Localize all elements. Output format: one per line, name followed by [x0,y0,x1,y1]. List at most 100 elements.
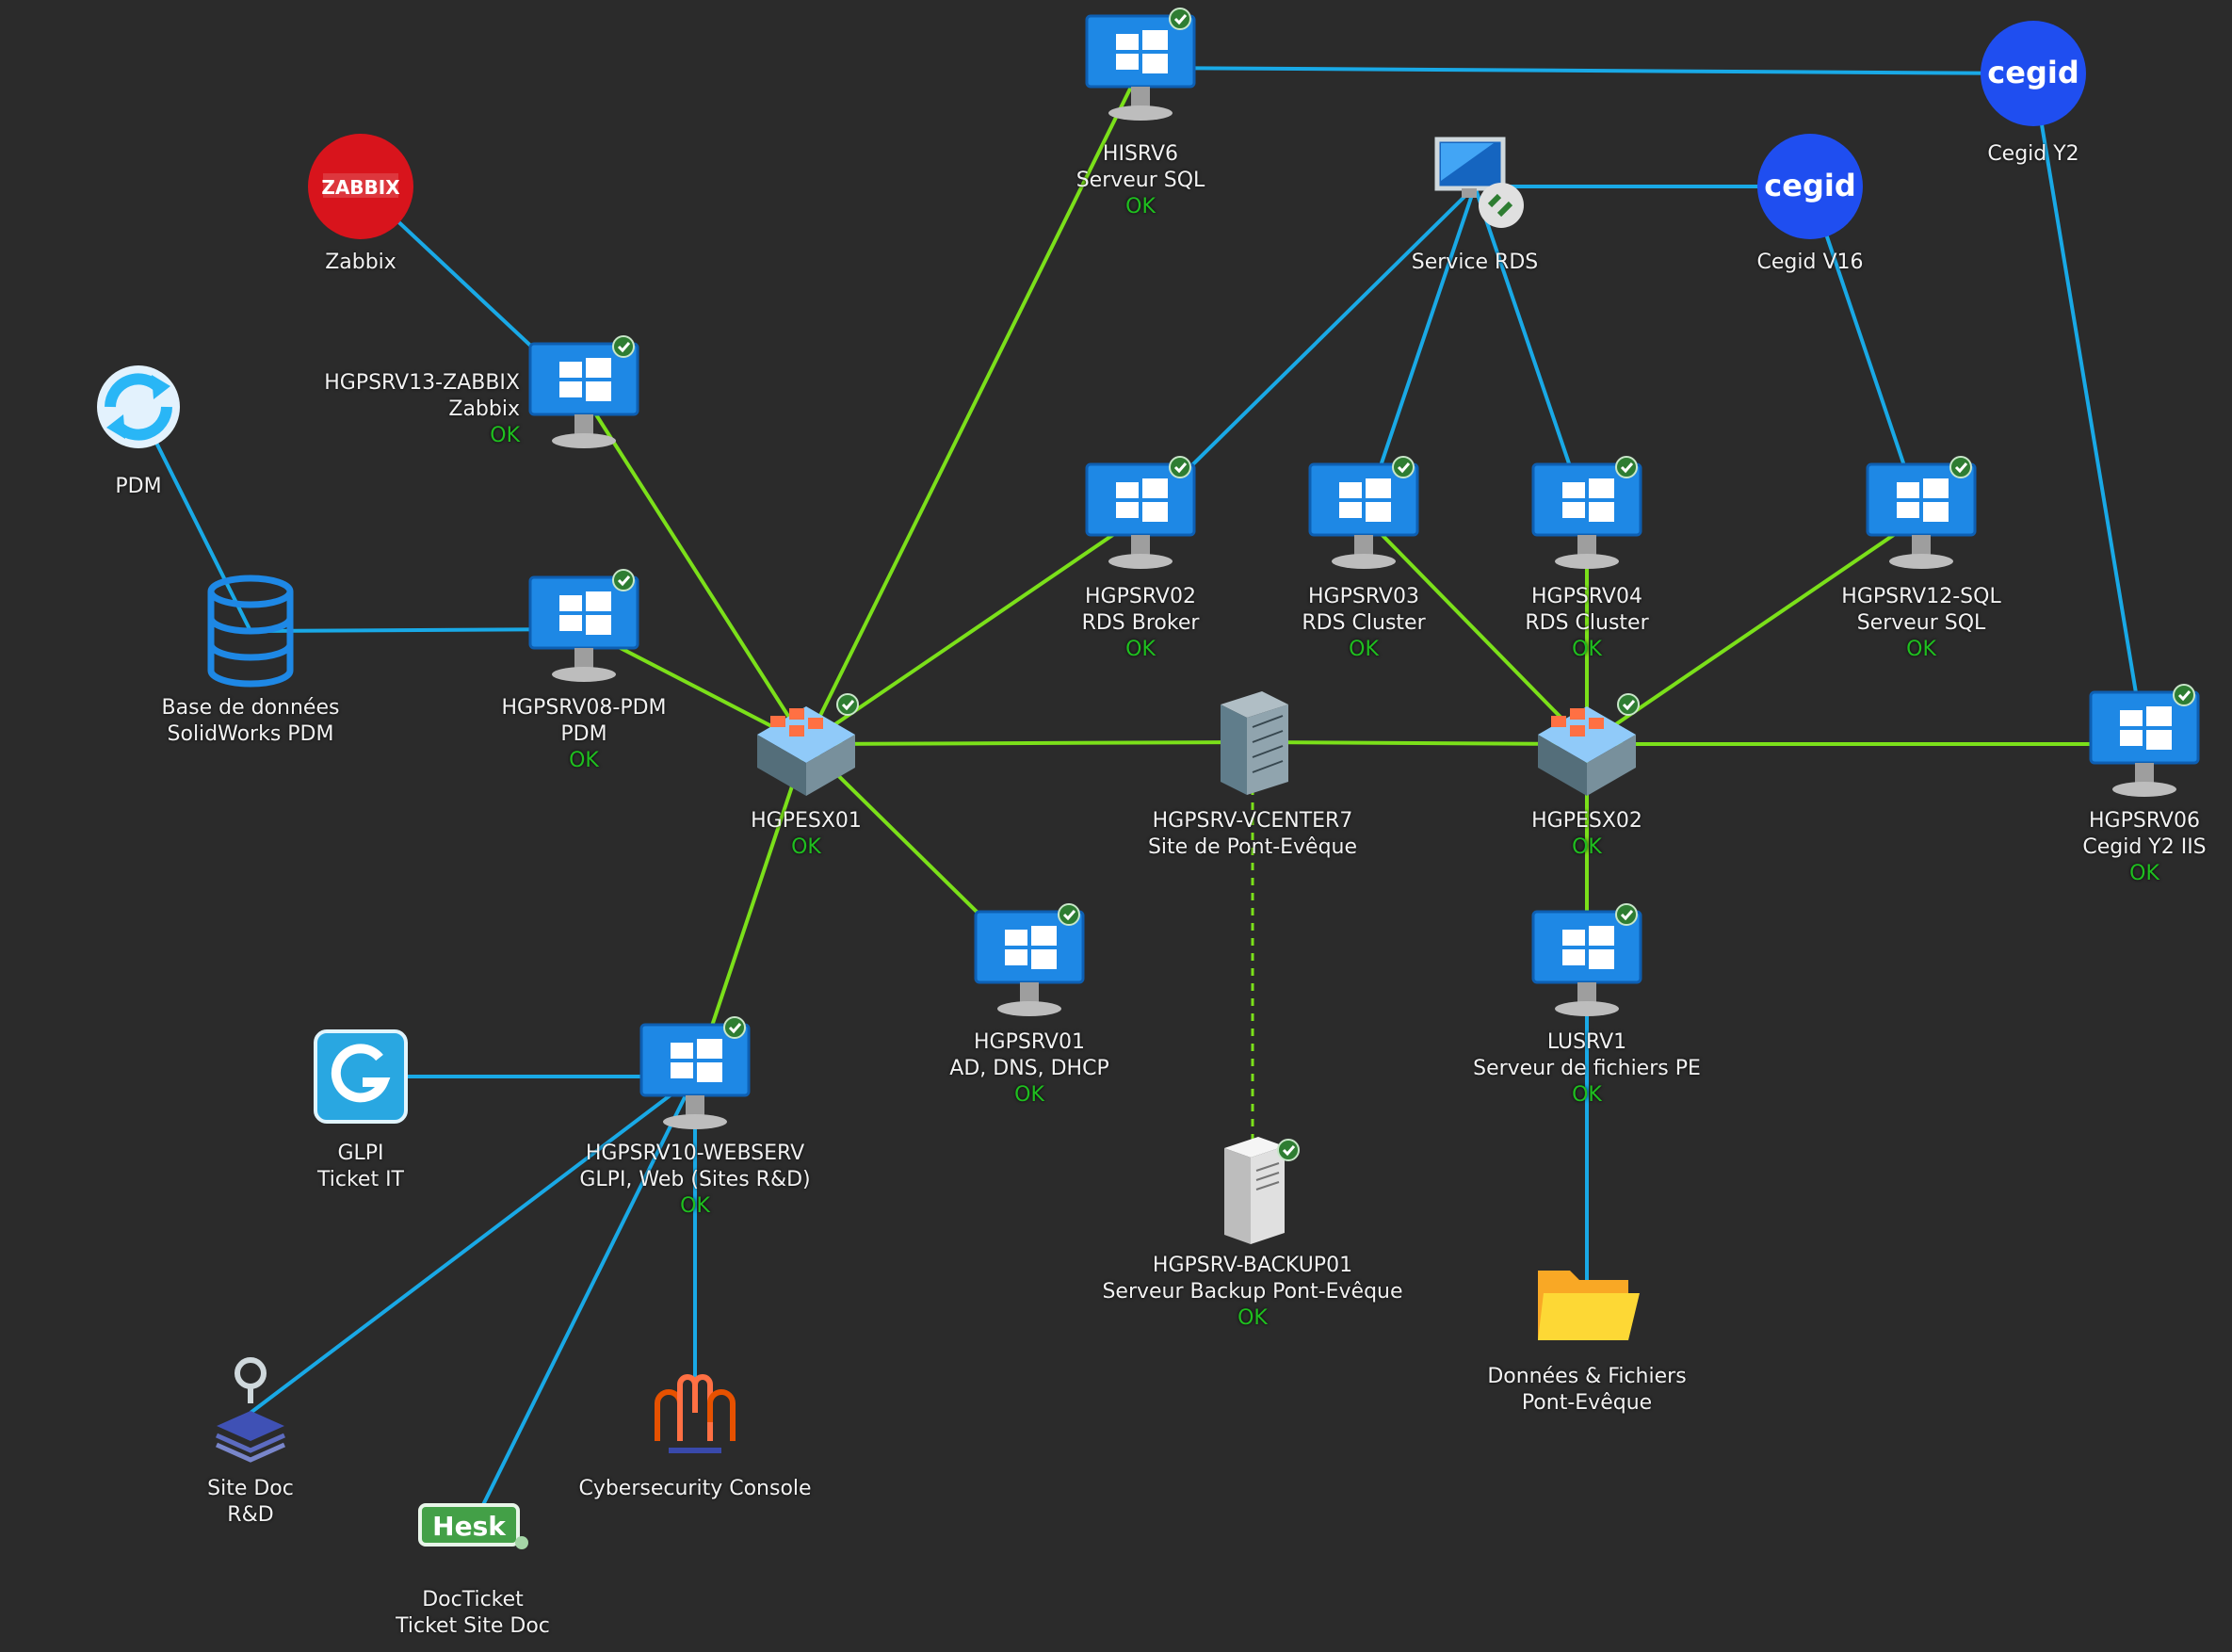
node-label: Cybersecurity Console [578,1476,811,1502]
node-label-line: Zabbix [448,397,520,421]
node-label: Cegid V16 [1757,250,1864,276]
node-label-line: RDS Broker [1081,611,1200,635]
zabbix-logo-icon: ZABBIX [304,130,417,247]
node-label: HGPESX02 OK [1531,808,1642,861]
windows-monitor-icon [1526,455,1648,581]
node-label-line: Base de données [161,696,340,720]
node-label: GLPI Ticket IT [317,1141,404,1193]
node-label-line: HGPSRV-VCENTER7 [1152,809,1353,833]
node-label: HGPSRV10-WEBSERV GLPI, Web (Sites R&D) OK [579,1141,810,1220]
node-label-line: HGPSRV12-SQL [1841,585,2001,608]
node-label-line: HGPSRV02 [1085,585,1196,608]
doc-stack-icon [194,1352,307,1478]
folder-icon [1530,1251,1643,1358]
status-badge: OK [1237,1306,1268,1330]
node-label: HISRV6 Serveur SQL OK [1076,141,1205,220]
node-label: LUSRV1 Serveur de fichiers PE OK [1473,1029,1701,1109]
connection-lines [137,66,2146,1527]
remote-desktop-icon [1418,130,1531,247]
database-icon [194,570,307,696]
node-label: HGPSRV02 RDS Broker OK [1082,584,1200,663]
windows-monitor-icon [968,902,1091,1028]
node-label-line: Site Doc [207,1477,294,1500]
node-label-line: Serveur SQL [1076,169,1205,192]
node-label-line: Ticket IT [316,1168,405,1191]
node-label: HGPESX01 OK [751,808,862,861]
windows-monitor-icon [1302,455,1425,581]
cybersecurity-icon [634,1342,756,1468]
node-label: HGPSRV06 Cegid Y2 IIS OK [2082,808,2206,887]
node-label: HGPSRV12-SQL Serveur SQL OK [1841,584,2000,663]
esx-host-icon [1526,683,1648,809]
node-label-line: SolidWorks PDM [167,722,334,746]
windows-monitor-icon [523,334,645,461]
status-badge: OK [680,1194,710,1218]
node-label-line: Cegid Y2 IIS [2082,835,2207,859]
status-badge: OK [1125,638,1156,661]
node-label: PDM [115,474,161,500]
status-badge: OK [1349,638,1379,661]
node-label: HGPSRV-VCENTER7 Site de Pont-Evêque [1148,808,1357,861]
node-label: Données & Fichiers Pont-Evêque [1487,1364,1686,1417]
node-label-line: HGPSRV10-WEBSERV [585,1142,805,1165]
node-label-line: HISRV6 [1102,142,1179,166]
node-label-line: RDS Cluster [1302,611,1426,635]
cegid-logo-icon: cegid [1754,130,1867,247]
node-label-line: HGPSRV13-ZABBIX [324,371,520,395]
hesk-logo-icon: Hesk [412,1488,534,1567]
node-label-line: Site de Pont-Evêque [1147,835,1358,859]
node-label-line: Pont-Evêque [1521,1391,1653,1415]
node-label-line: Données & Fichiers [1487,1365,1687,1388]
node-label-line: HGPSRV04 [1531,585,1642,608]
windows-monitor-icon [634,1015,756,1142]
node-label: Service RDS [1412,250,1539,276]
glpi-logo-icon [304,1020,417,1137]
link-hisrv6-cegid_y2 [1140,66,2034,75]
node-label-line: HGPSRV06 [2089,809,2200,833]
node-label-line: GLPI [337,1142,384,1165]
windows-monitor-icon [1079,455,1202,581]
svg-text:Hesk: Hesk [432,1511,507,1542]
node-label-line: Cegid Y2 [1987,142,2079,166]
node-label-line: Service RDS [1411,251,1539,274]
node-label-line: Cybersecurity Console [578,1477,812,1500]
link-hgpesx01-vcenter [805,740,1253,746]
windows-monitor-icon [1079,7,1202,133]
cegid-logo-icon: cegid [1977,17,2090,134]
node-label-line: HGPSRV08-PDM [501,696,667,720]
windows-monitor-icon [523,568,645,694]
node-label: HGPSRV01 AD, DNS, DHCP OK [949,1029,1108,1109]
svg-text:cegid: cegid [1987,55,2078,90]
node-label: Zabbix [325,250,396,276]
node-label: HGPSRV-BACKUP01 Serveur Backup Pont-Evêqu… [1102,1253,1402,1332]
svg-text:ZABBIX: ZABBIX [321,176,400,199]
node-label-line: Ticket Site Doc [396,1614,550,1638]
windows-monitor-icon [1526,902,1648,1028]
status-badge: OK [1572,1083,1602,1107]
link-cegid_y2-hgpsrv06 [2031,73,2146,745]
node-label-line: HGPESX02 [1531,809,1642,833]
node-label: Base de données SolidWorks PDM [162,695,340,748]
status-badge: OK [1014,1083,1044,1107]
node-label-line: Cegid V16 [1756,251,1864,274]
node-label: Site Doc R&D [207,1476,294,1529]
node-label: HGPSRV08-PDM PDM OK [501,695,666,774]
node-label-line: HGPSRV03 [1308,585,1419,608]
status-badge: OK [569,749,599,772]
windows-monitor-icon [1860,455,1982,581]
node-label-line: GLPI, Web (Sites R&D) [579,1168,811,1191]
node-label-line: R&D [227,1503,274,1527]
node-label-line: DocTicket [422,1588,524,1612]
node-label: HGPSRV04 RDS Cluster OK [1525,584,1648,663]
windows-monitor-icon [2083,683,2206,809]
status-badge: OK [1906,638,1936,661]
node-label: HGPSRV03 RDS Cluster OK [1302,584,1425,663]
node-label-line: Serveur de fichiers PE [1473,1057,1701,1080]
node-label-line: RDS Cluster [1525,611,1649,635]
svg-text:cegid: cegid [1764,168,1855,203]
server-rack-icon [1196,681,1309,807]
node-label-line: Serveur SQL [1856,611,1986,635]
status-badge: OK [1572,835,1602,859]
status-badge: OK [1125,195,1156,219]
node-label: DocTicket Ticket Site Doc [396,1587,550,1640]
